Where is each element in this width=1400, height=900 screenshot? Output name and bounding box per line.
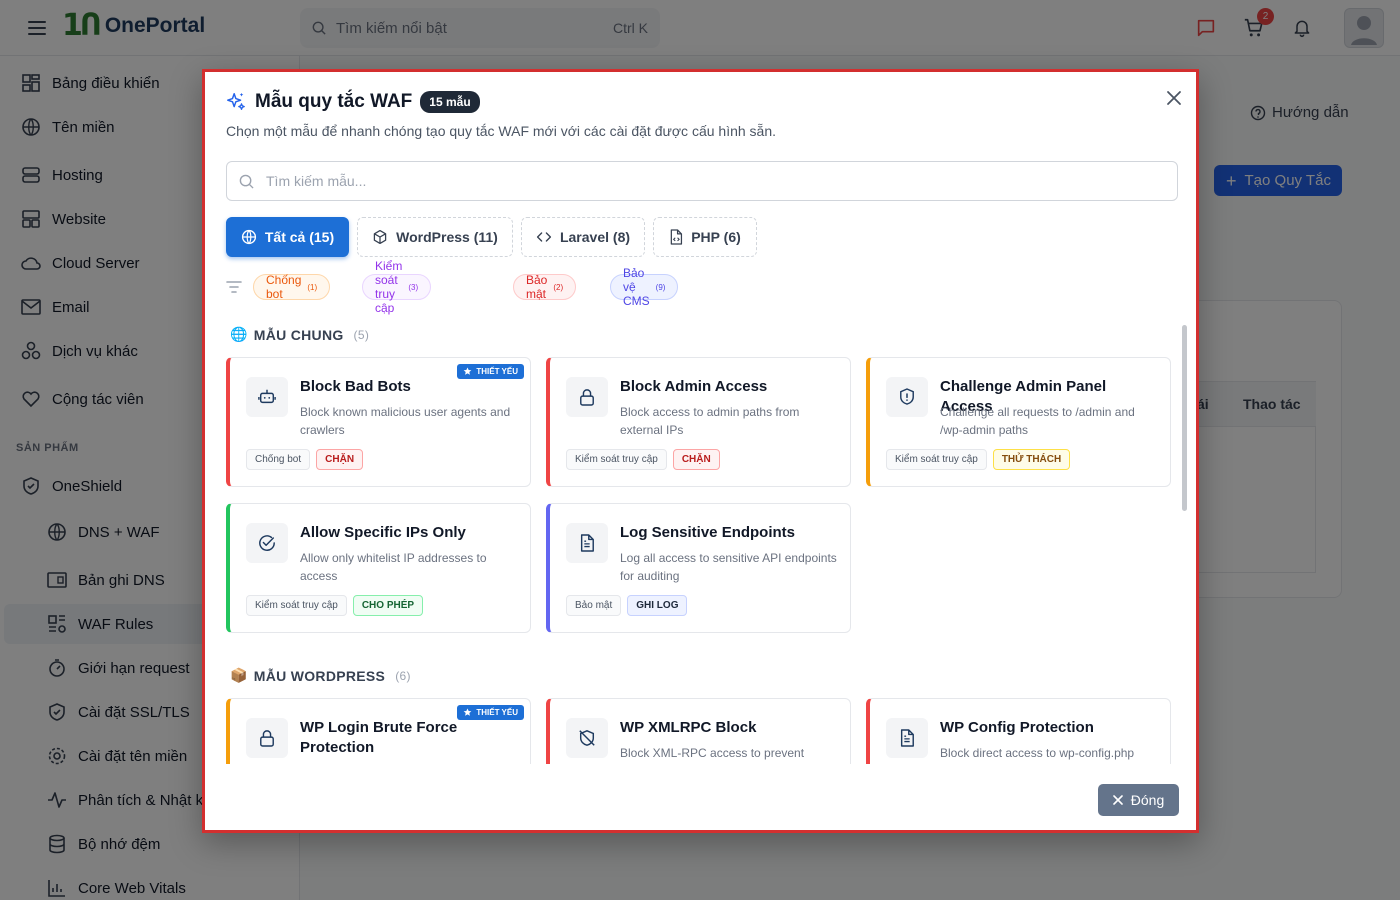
card-title: WP XMLRPC Block bbox=[620, 719, 757, 736]
file-text-icon bbox=[886, 718, 928, 758]
card-title: Allow Specific IPs Only bbox=[300, 524, 466, 541]
section-count: (5) bbox=[353, 327, 370, 342]
template-card-challenge-admin-panel[interactable]: Challenge Admin Panel Access Challenge a… bbox=[866, 357, 1171, 487]
action-tag: CHẶN bbox=[316, 449, 364, 470]
section-label: MẪU WORDPRESS bbox=[253, 667, 386, 684]
tab-label: PHP bbox=[691, 229, 720, 245]
category-tag: Kiểm soát truy cập bbox=[246, 595, 347, 616]
chip-label: Kiểm soát truy cập bbox=[375, 259, 403, 315]
tab-label: WordPress bbox=[396, 229, 470, 245]
tab-count: (15) bbox=[309, 229, 335, 245]
modal-title: Mẫu quy tắc WAF bbox=[255, 91, 413, 112]
card-title: Block Admin Access bbox=[620, 378, 768, 395]
tab-count: (11) bbox=[473, 229, 498, 245]
chip-label: Bảo vệ CMS bbox=[623, 266, 650, 308]
section-emoji: 🌐 bbox=[230, 326, 248, 342]
waf-templates-modal: Mẫu quy tắc WAF 15 mẫu Chọn một mẫu để n… bbox=[202, 69, 1199, 833]
card-title: WP Config Protection bbox=[940, 719, 1094, 736]
tab-label: Tất cả bbox=[264, 229, 306, 245]
code-icon bbox=[536, 232, 552, 242]
check-circle-icon bbox=[246, 523, 288, 563]
card-description: Block XML-RPC access to prevent bbox=[620, 746, 805, 760]
action-tag: GHI LOG bbox=[627, 595, 688, 616]
category-tag: Chống bot bbox=[246, 449, 311, 470]
template-search bbox=[226, 161, 1178, 201]
lock-icon bbox=[246, 718, 288, 758]
file-text-icon bbox=[566, 523, 608, 563]
shield-alert-icon bbox=[886, 377, 928, 417]
chip-security[interactable]: Bảo mật (2) bbox=[513, 273, 577, 301]
close-button[interactable]: Đóng bbox=[1098, 784, 1179, 816]
template-card-block-admin-access[interactable]: Block Admin Access Block access to admin… bbox=[546, 357, 851, 487]
tab-label: Laravel bbox=[559, 229, 610, 245]
card-description: Block direct access to wp-config.php bbox=[940, 746, 1135, 760]
chip-anti-bot[interactable]: Chống bot (1) bbox=[253, 273, 331, 301]
template-card-wp-xmlrpc-block[interactable]: WP XMLRPC Block Block XML-RPC access to … bbox=[546, 698, 851, 764]
card-description: Challenge all requests to /admin and /wp… bbox=[940, 405, 1135, 437]
card-description: Block access to admin paths from externa… bbox=[620, 405, 800, 437]
templates-scroll-area[interactable]: 🌐 MẪU CHUNG (5) THIẾT YẾU Block Bad Bots… bbox=[226, 322, 1186, 764]
template-card-block-bad-bots[interactable]: THIẾT YẾU Block Bad Bots Block known mal… bbox=[226, 357, 531, 487]
chip-cms-protection[interactable]: Bảo vệ CMS (9) bbox=[610, 266, 679, 308]
file-code-icon bbox=[670, 229, 683, 245]
tab-all[interactable]: Tất cả (15) bbox=[226, 217, 349, 257]
lock-icon bbox=[566, 377, 608, 417]
modal-description: Chọn một mẫu để nhanh chóng tạo quy tắc … bbox=[226, 123, 777, 139]
card-title: WP Login Brute Force Protection bbox=[300, 719, 458, 756]
template-card-allow-specific-ips[interactable]: Allow Specific IPs Only Allow only white… bbox=[226, 503, 531, 633]
bot-icon bbox=[246, 377, 288, 417]
section-title-wordpress: 📦 MẪU WORDPRESS (6) bbox=[230, 667, 411, 684]
template-card-wp-login-brute-force[interactable]: THIẾT YẾU WP Login Brute Force Protectio… bbox=[226, 698, 531, 764]
chip-count: (3) bbox=[408, 282, 419, 292]
section-title-general: 🌐 MẪU CHUNG (5) bbox=[230, 326, 369, 343]
chip-count: (1) bbox=[307, 282, 318, 292]
search-icon bbox=[239, 174, 254, 189]
card-description: Allow only whitelist IP addresses to acc… bbox=[300, 551, 487, 583]
star-icon bbox=[463, 708, 472, 716]
card-description: Block known malicious user agents and cr… bbox=[300, 405, 511, 437]
box-icon bbox=[373, 229, 387, 245]
template-search-input[interactable] bbox=[266, 173, 1146, 189]
sparkles-icon bbox=[227, 92, 245, 110]
globe-icon bbox=[241, 229, 256, 245]
action-tag: CHẶN bbox=[672, 449, 720, 470]
chip-access-control[interactable]: Kiểm soát truy cập (3) bbox=[362, 259, 432, 315]
template-card-wp-config-protection[interactable]: WP Config Protection Block direct access… bbox=[866, 698, 1171, 764]
essential-label: THIẾT YẾU bbox=[476, 367, 518, 376]
chip-count: (2) bbox=[553, 282, 564, 292]
close-icon bbox=[1112, 795, 1123, 805]
tab-laravel[interactable]: Laravel (8) bbox=[521, 217, 645, 257]
modal-header: Mẫu quy tắc WAF 15 mẫu bbox=[225, 91, 480, 113]
section-label: MẪU CHUNG bbox=[253, 326, 344, 343]
filter-icon bbox=[226, 281, 242, 293]
chip-label: Chống bot bbox=[266, 273, 302, 301]
template-count-badge: 15 mẫu bbox=[420, 91, 480, 113]
tab-count: (6) bbox=[723, 229, 741, 245]
tab-php[interactable]: PHP (6) bbox=[653, 217, 757, 257]
close-label: Đóng bbox=[1130, 792, 1165, 808]
card-description: Log all access to sensitive API endpoint… bbox=[620, 551, 837, 583]
category-tag: Kiểm soát truy cập bbox=[566, 449, 667, 470]
essential-label: THIẾT YẾU bbox=[476, 708, 518, 717]
category-tag: Kiểm soát truy cập bbox=[886, 449, 987, 470]
chip-count: (9) bbox=[655, 282, 666, 292]
shield-off-icon bbox=[566, 718, 608, 758]
modal-scrollbar[interactable] bbox=[1182, 325, 1187, 511]
template-card-log-sensitive-endpoints[interactable]: Log Sensitive Endpoints Log all access t… bbox=[546, 503, 851, 633]
card-title: Log Sensitive Endpoints bbox=[620, 524, 796, 541]
tab-wordpress[interactable]: WordPress (11) bbox=[357, 217, 513, 257]
modal-close-icon[interactable] bbox=[1162, 86, 1186, 110]
card-title: Block Bad Bots bbox=[300, 378, 411, 395]
action-tag: CHO PHÉP bbox=[352, 595, 424, 616]
action-tag: THỬ THÁCH bbox=[992, 449, 1071, 470]
tab-count: (8) bbox=[612, 229, 631, 245]
category-tag: Bảo mật bbox=[566, 595, 622, 616]
star-icon bbox=[463, 367, 472, 375]
section-count: (6) bbox=[395, 668, 411, 683]
section-emoji: 📦 bbox=[230, 667, 248, 683]
chip-label: Bảo mật bbox=[526, 273, 548, 301]
